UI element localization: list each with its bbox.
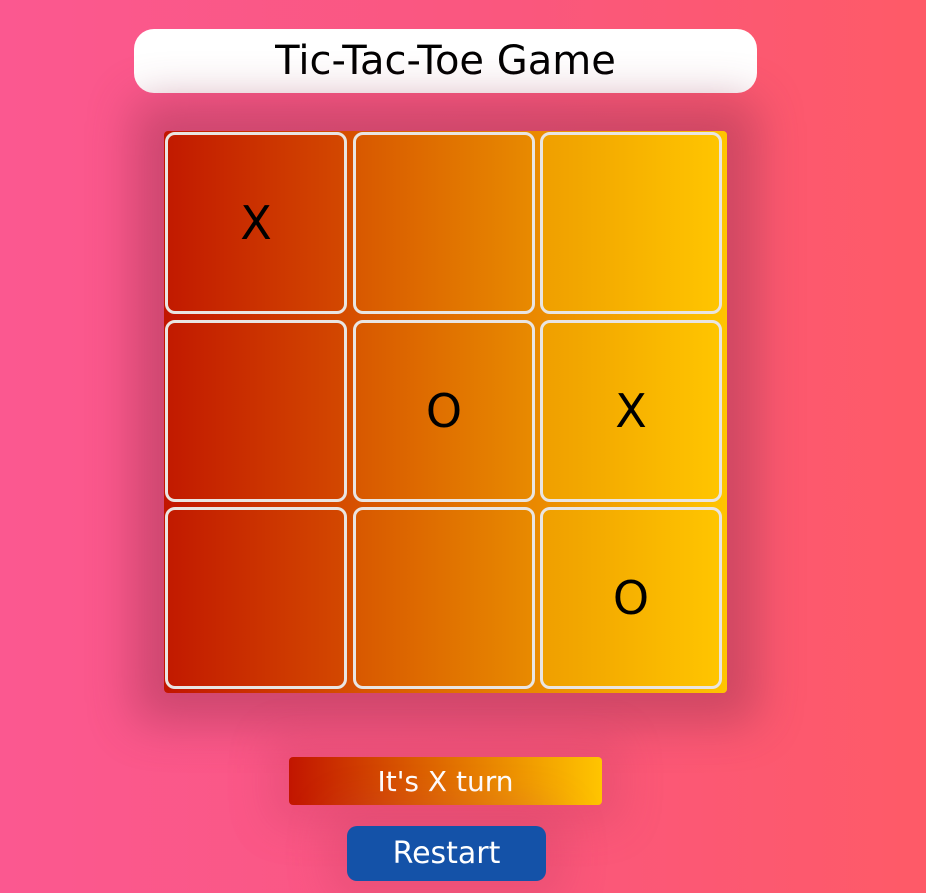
cell-mark: O bbox=[425, 384, 463, 438]
cell-mark: X bbox=[240, 196, 272, 250]
turn-status-banner: It's X turn bbox=[289, 757, 602, 805]
restart-button[interactable]: Restart bbox=[347, 826, 546, 881]
board-cell-r3-c1[interactable] bbox=[165, 507, 347, 689]
title-banner: Tic-Tac-Toe Game bbox=[134, 29, 757, 93]
board-cell-r3-c3[interactable]: O bbox=[540, 507, 722, 689]
turn-status-text: It's X turn bbox=[377, 764, 514, 798]
board-cell-r1-c3[interactable] bbox=[540, 132, 722, 314]
board-cell-r2-c1[interactable] bbox=[165, 320, 347, 502]
page-title: Tic-Tac-Toe Game bbox=[275, 38, 616, 84]
board-cell-r1-c2[interactable] bbox=[353, 132, 535, 314]
board-cell-r3-c2[interactable] bbox=[353, 507, 535, 689]
cell-mark: X bbox=[615, 384, 647, 438]
board-cell-r2-c2[interactable]: O bbox=[353, 320, 535, 502]
board-cell-r1-c1[interactable]: X bbox=[165, 132, 347, 314]
game-board: X O X O bbox=[164, 131, 727, 693]
cell-mark: O bbox=[612, 571, 650, 625]
board-cell-r2-c3[interactable]: X bbox=[540, 320, 722, 502]
